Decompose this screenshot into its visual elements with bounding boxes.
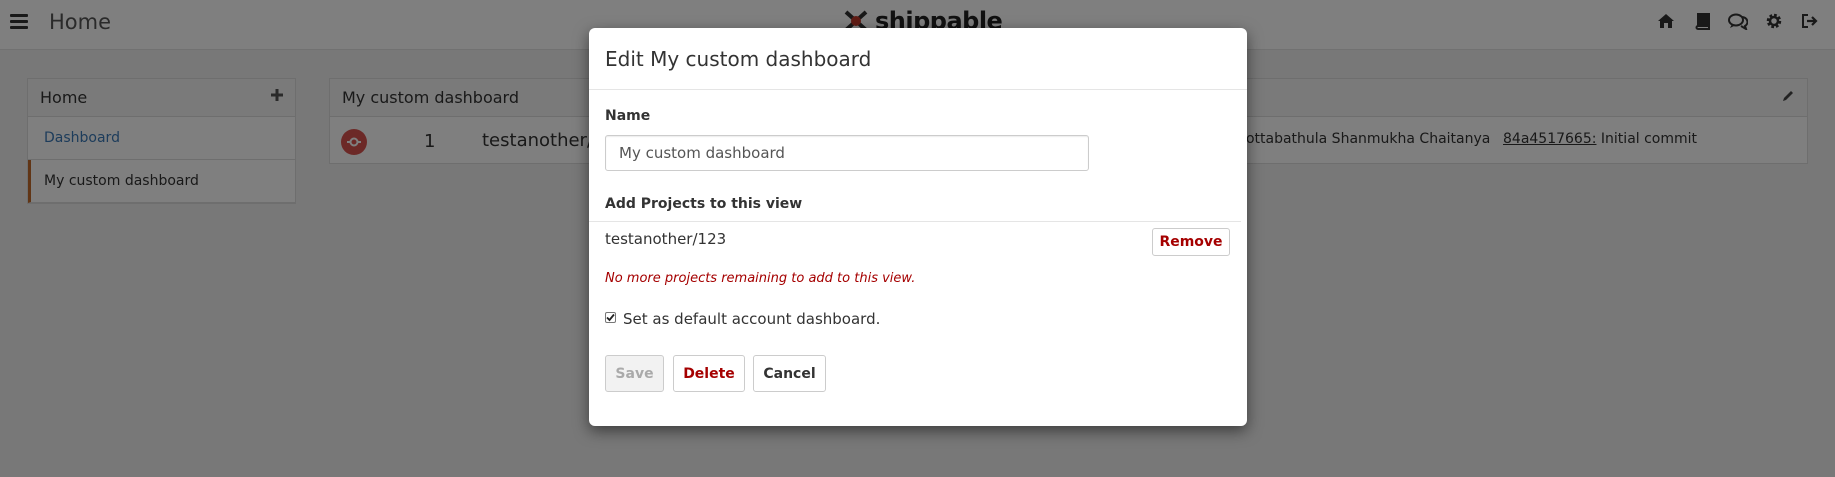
modal-header: Edit My custom dashboard [589,28,1247,90]
add-projects-label: Add Projects to this view [605,196,803,212]
no-projects-note: No more projects remaining to add to thi… [605,271,916,286]
default-dashboard-checkbox[interactable] [605,312,616,323]
save-button[interactable]: Save [605,355,664,392]
checkmark-icon [606,313,615,322]
name-label: Name [605,108,651,124]
modal-title: Edit My custom dashboard [605,47,872,71]
dashboard-name-input[interactable] [605,135,1089,171]
delete-button[interactable]: Delete [673,355,745,392]
remove-project-button[interactable]: Remove [1152,228,1230,256]
edit-dashboard-modal: Edit My custom dashboard Name Add Projec… [589,28,1247,426]
section-divider [589,221,1241,222]
default-dashboard-label[interactable]: Set as default account dashboard. [623,310,880,328]
selected-project: testanother/123 [605,230,727,248]
cancel-button[interactable]: Cancel [753,355,826,392]
